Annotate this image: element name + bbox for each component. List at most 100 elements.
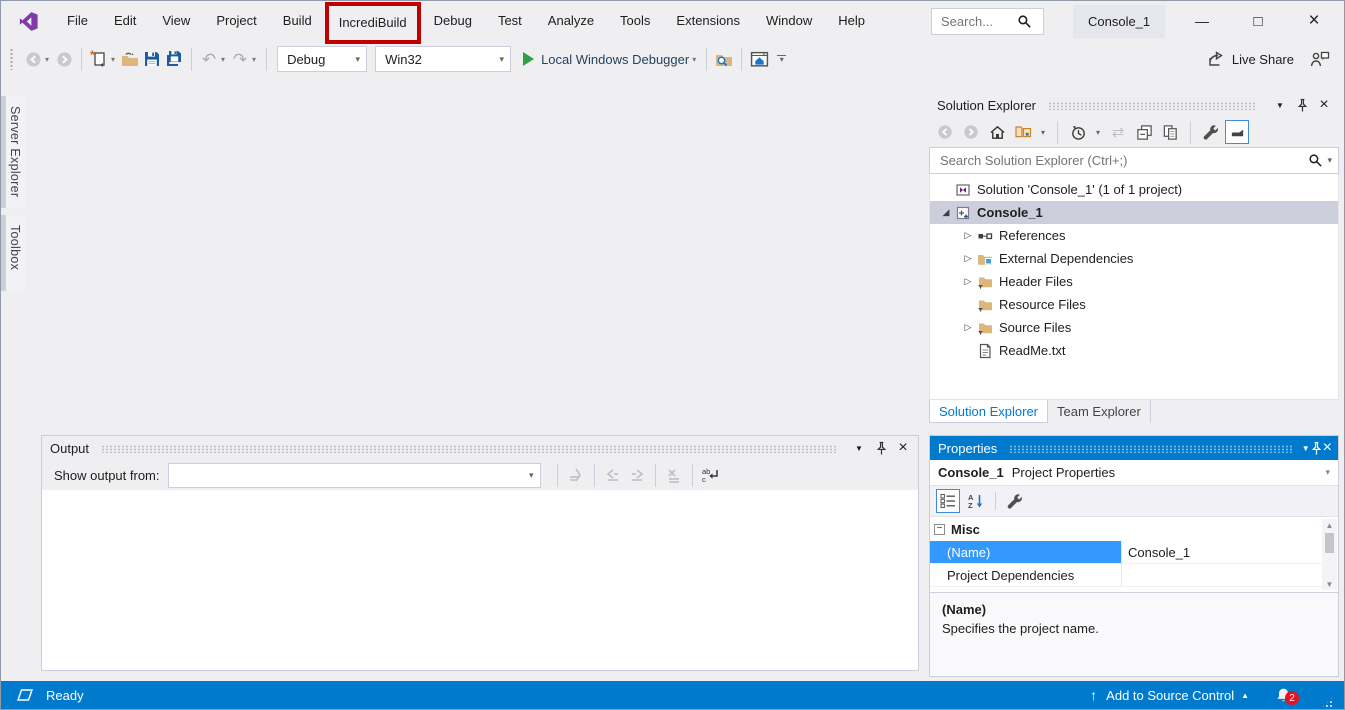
pin-icon[interactable]: [1310, 441, 1323, 456]
clear-all-button[interactable]: [662, 464, 686, 486]
properties-button[interactable]: [1199, 120, 1223, 144]
back-dropdown-caret[interactable]: ▾: [44, 55, 53, 64]
menu-item-view[interactable]: View: [149, 1, 203, 41]
tab-solution-explorer[interactable]: Solution Explorer: [929, 400, 1048, 423]
expander-expanded-icon[interactable]: ◢: [938, 207, 954, 218]
save-button[interactable]: [141, 46, 163, 72]
tree-item-external-dependencies[interactable]: ▷ External Dependencies: [930, 247, 1338, 270]
se-forward-button[interactable]: [959, 120, 983, 144]
solution-explorer-search-input[interactable]: [938, 152, 1308, 169]
open-file-button[interactable]: [119, 46, 141, 72]
window-position-menu-icon[interactable]: ▼: [850, 439, 868, 457]
expander-collapsed-icon[interactable]: ▷: [960, 230, 976, 241]
close-icon[interactable]: ×: [1323, 440, 1332, 456]
collapse-all-button[interactable]: [1132, 120, 1156, 144]
collapse-category-icon[interactable]: −: [934, 524, 945, 535]
tree-item-references[interactable]: ▷ References: [930, 224, 1338, 247]
pending-changes-caret[interactable]: ▾: [1092, 120, 1104, 144]
find-message-button[interactable]: [564, 464, 588, 486]
resize-grip[interactable]: [1321, 696, 1334, 709]
maximize-button[interactable]: □: [1230, 1, 1286, 41]
menu-item-incredibuild[interactable]: IncrediBuild: [325, 2, 421, 44]
start-debugging-button[interactable]: Local Windows Debugger: [515, 46, 691, 72]
redo-dropdown-caret[interactable]: ▾: [251, 55, 260, 64]
new-project-button[interactable]: *: [88, 46, 110, 72]
solution-configuration-dropdown[interactable]: Debug ▾: [277, 46, 367, 72]
tree-item-header-files[interactable]: ▷ Header Files: [930, 270, 1338, 293]
redo-button[interactable]: ↷: [229, 46, 251, 72]
toolbar-grip[interactable]: [9, 48, 14, 70]
property-pages-button[interactable]: [1003, 489, 1027, 513]
navigate-back-button[interactable]: [22, 46, 44, 72]
menu-item-debug[interactable]: Debug: [421, 1, 485, 41]
search-options-caret[interactable]: ▾: [1327, 155, 1332, 166]
undo-button[interactable]: ↶: [198, 46, 220, 72]
navigate-forward-button[interactable]: [53, 46, 75, 72]
menu-item-window[interactable]: Window: [753, 1, 825, 41]
pending-changes-filter-button[interactable]: [1066, 120, 1090, 144]
scroll-down-icon[interactable]: ▼: [1326, 578, 1334, 590]
window-position-menu-icon[interactable]: ▼: [1302, 444, 1310, 453]
menu-item-extensions[interactable]: Extensions: [663, 1, 753, 41]
save-all-button[interactable]: [163, 46, 185, 72]
previous-message-button[interactable]: [601, 464, 625, 486]
alphabetical-sort-button[interactable]: A Z: [964, 489, 988, 513]
menu-item-help[interactable]: Help: [825, 1, 878, 41]
undo-dropdown-caret[interactable]: ▾: [220, 55, 229, 64]
solution-platform-dropdown[interactable]: Win32 ▾: [375, 46, 511, 72]
preview-selected-items-button[interactable]: [1225, 120, 1249, 144]
scrollbar-thumb[interactable]: [1325, 533, 1334, 553]
properties-object-dropdown[interactable]: Console_1 Project Properties ▾: [930, 460, 1338, 486]
menu-item-analyze[interactable]: Analyze: [535, 1, 607, 41]
menu-item-file[interactable]: File: [54, 1, 101, 41]
expander-collapsed-icon[interactable]: ▷: [960, 322, 976, 333]
expander-collapsed-icon[interactable]: ▷: [960, 276, 976, 287]
pin-icon[interactable]: [1293, 96, 1311, 114]
home-button[interactable]: [985, 120, 1009, 144]
notifications-button[interactable]: 2: [1272, 684, 1294, 706]
menu-item-tools[interactable]: Tools: [607, 1, 663, 41]
property-category-misc[interactable]: − Misc: [930, 517, 1338, 541]
debug-target-dropdown-caret[interactable]: ▾: [691, 55, 700, 64]
toolbar-overflow-button[interactable]: ▾: [777, 55, 786, 64]
expander-collapsed-icon[interactable]: ▷: [960, 253, 976, 264]
property-row-project-dependencies[interactable]: Project Dependencies: [930, 564, 1338, 587]
tree-item-readme[interactable]: ReadMe.txt: [930, 339, 1338, 362]
browser-preview-button[interactable]: [748, 46, 771, 72]
new-project-dropdown-caret[interactable]: ▾: [110, 55, 119, 64]
menu-item-edit[interactable]: Edit: [101, 1, 149, 41]
menu-item-test[interactable]: Test: [485, 1, 535, 41]
tree-item-source-files[interactable]: ▷ Source Files: [930, 316, 1338, 339]
feedback-button[interactable]: [1310, 50, 1330, 68]
output-source-dropdown[interactable]: ▾: [168, 463, 541, 488]
scroll-up-icon[interactable]: ▲: [1326, 519, 1334, 531]
live-share-button[interactable]: Live Share: [1207, 50, 1294, 68]
property-row-name[interactable]: (Name) Console_1: [930, 541, 1338, 564]
close-icon[interactable]: ×: [1315, 96, 1333, 114]
next-message-button[interactable]: [625, 464, 649, 486]
add-to-source-control-button[interactable]: Add to Source Control: [1106, 688, 1234, 703]
pin-icon[interactable]: [872, 439, 890, 457]
switch-views-button[interactable]: [1011, 120, 1035, 144]
toolbox-tab[interactable]: Toolbox: [1, 215, 25, 291]
output-content[interactable]: [42, 490, 918, 670]
tab-team-explorer[interactable]: Team Explorer: [1048, 400, 1151, 423]
word-wrap-button[interactable]: ab c: [699, 464, 723, 486]
attach-to-process-button[interactable]: [713, 46, 735, 72]
window-position-menu-icon[interactable]: ▼: [1271, 96, 1289, 114]
source-control-caret-icon[interactable]: ▲: [1241, 691, 1249, 700]
switch-views-caret[interactable]: ▾: [1037, 120, 1049, 144]
se-back-button[interactable]: [933, 120, 957, 144]
close-icon[interactable]: ×: [894, 439, 912, 457]
close-button[interactable]: ×: [1286, 1, 1342, 41]
quick-search-input[interactable]: [939, 13, 1017, 30]
server-explorer-tab[interactable]: Server Explorer: [1, 96, 25, 208]
show-all-files-button[interactable]: [1158, 120, 1182, 144]
solution-explorer-search-box[interactable]: ▾: [929, 147, 1339, 174]
categorized-button[interactable]: [936, 489, 960, 513]
properties-scrollbar[interactable]: ▲ ▼: [1322, 519, 1337, 590]
minimize-button[interactable]: —: [1174, 1, 1230, 41]
menu-item-project[interactable]: Project: [203, 1, 269, 41]
tree-item-project-console1[interactable]: ◢ Console_1: [930, 201, 1338, 224]
quick-search-box[interactable]: [931, 8, 1044, 35]
